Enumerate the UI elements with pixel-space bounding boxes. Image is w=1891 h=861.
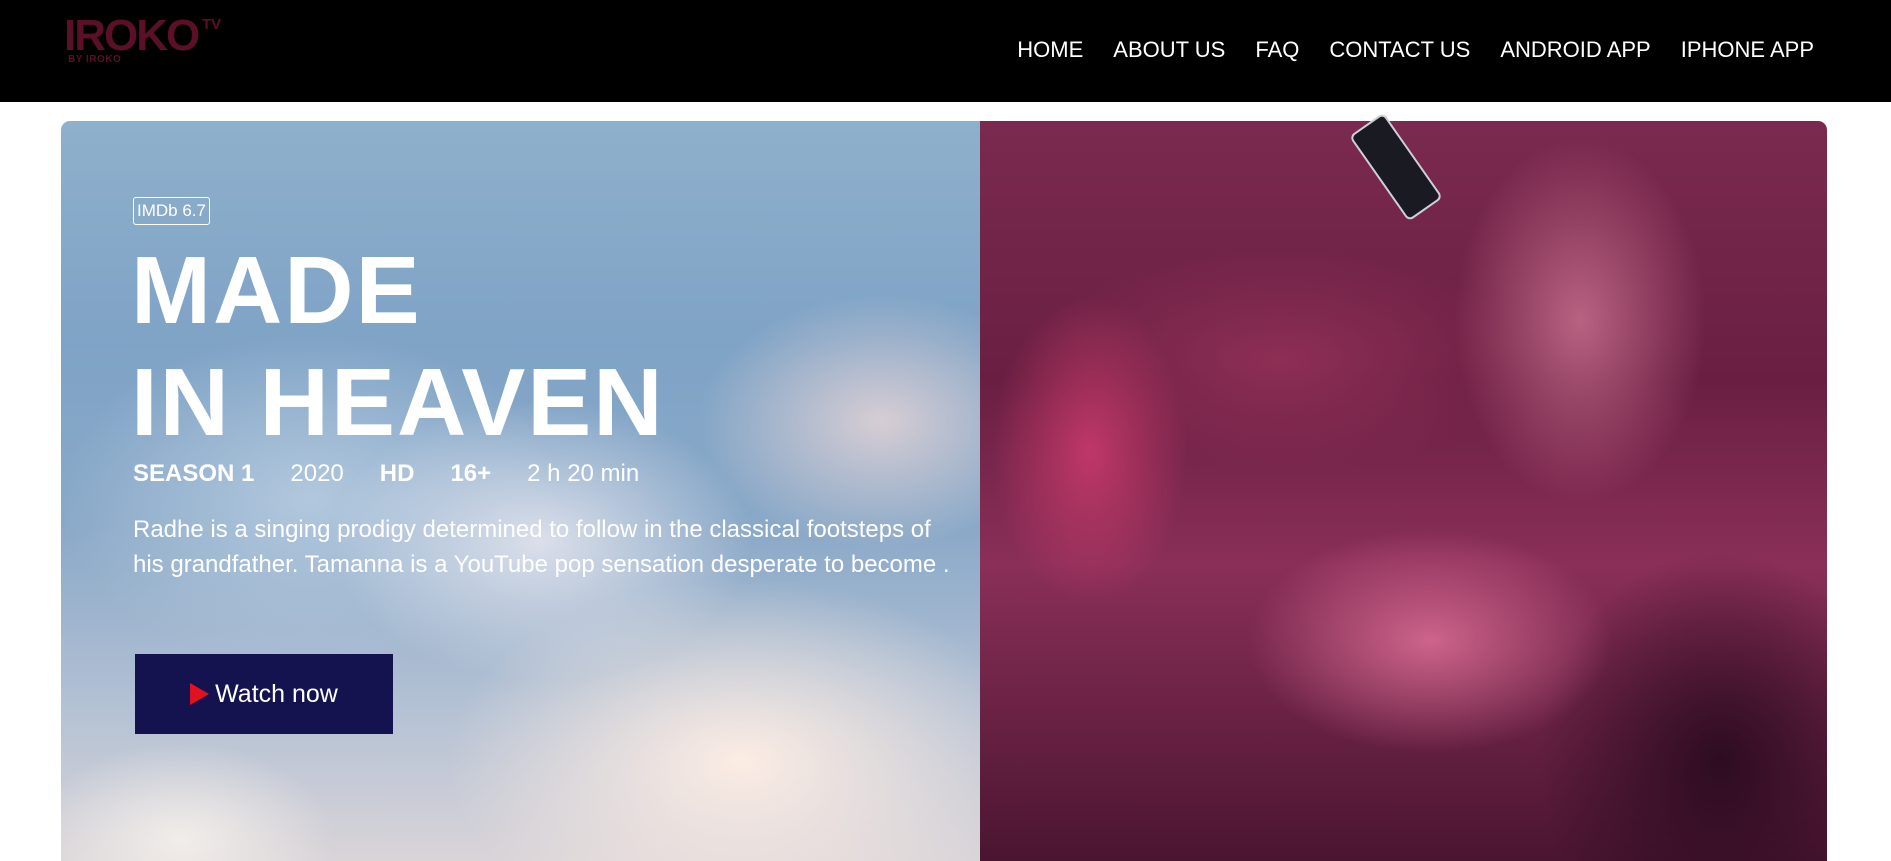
hero-banner: [61, 121, 1827, 861]
release-year: 2020: [290, 460, 344, 487]
nav-contact-us[interactable]: CONTACT US: [1329, 36, 1470, 64]
nav-android-app[interactable]: ANDROID APP: [1500, 36, 1650, 64]
nav-about-us[interactable]: ABOUT US: [1113, 36, 1225, 64]
hero-still-image: [980, 121, 1827, 861]
main-nav: HOME ABOUT US FAQ CONTACT US ANDROID APP…: [987, 36, 1814, 64]
hero-sky-background: [61, 121, 980, 861]
show-description: Radhe is a singing prodigy determined to…: [133, 516, 950, 578]
show-title-line-1: MADE: [131, 237, 422, 344]
nav-iphone-app[interactable]: IPHONE APP: [1681, 36, 1814, 64]
watch-now-label: Watch now: [215, 679, 338, 708]
logo-subtext: BY IROKO: [68, 54, 122, 65]
show-meta: SEASON 1 2020 HD 16+ 2 h 20 min: [133, 460, 675, 488]
imdb-rating-badge: IMDb 6.7: [133, 197, 210, 225]
show-title-line-2: IN HEAVEN: [131, 349, 665, 456]
nav-home[interactable]: HOME: [1017, 36, 1083, 64]
logo-text: IROKO: [64, 11, 200, 60]
play-icon: [190, 683, 210, 705]
season-label: SEASON 1: [133, 460, 255, 487]
quality-badge: HD: [379, 460, 415, 487]
watch-now-button[interactable]: Watch now: [135, 654, 393, 734]
top-navbar: IROKO TV BY IROKO HOME ABOUT US FAQ CONT…: [0, 0, 1891, 102]
nav-faq[interactable]: FAQ: [1255, 36, 1299, 64]
logo-superscript: TV: [202, 16, 222, 33]
age-rating: 16+: [450, 460, 492, 487]
duration: 2 h 20 min: [527, 460, 640, 487]
iroko-logo[interactable]: IROKO TV BY IROKO: [64, 14, 224, 70]
show-title: MADE IN HEAVEN: [131, 235, 665, 459]
